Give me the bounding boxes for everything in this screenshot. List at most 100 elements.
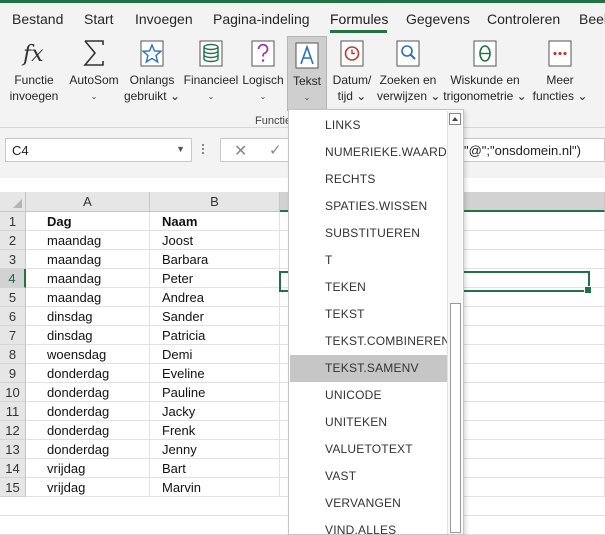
name-box[interactable]: C4 ▼ bbox=[5, 138, 192, 162]
row-header[interactable]: 9 bbox=[0, 364, 26, 383]
cell-b[interactable]: Frenk bbox=[150, 421, 280, 440]
star-icon bbox=[140, 40, 164, 67]
clock-icon bbox=[340, 40, 364, 67]
cell-a[interactable]: donderdag bbox=[26, 383, 150, 402]
tab-formules[interactable]: Formules bbox=[330, 11, 388, 27]
cell-a[interactable]: donderdag bbox=[26, 440, 150, 459]
text-functions-button[interactable]: Tekst ⌄ bbox=[287, 36, 327, 111]
function-item[interactable]: VIND.ALLES bbox=[290, 517, 447, 534]
row-header[interactable]: 15 bbox=[0, 478, 26, 497]
function-item[interactable]: VAST bbox=[290, 463, 447, 490]
tab-controleren[interactable]: Controleren bbox=[487, 11, 560, 27]
function-item[interactable]: NUMERIEKE.WAARDE bbox=[290, 139, 455, 166]
row-header[interactable]: 14 bbox=[0, 459, 26, 478]
cell-b[interactable]: Barbara bbox=[150, 250, 280, 269]
formula-edit-buttons: ✕ ✓ bbox=[220, 138, 290, 162]
cell-a[interactable]: maandag bbox=[26, 288, 150, 307]
cell-a[interactable]: dinsdag bbox=[26, 307, 150, 326]
row-header[interactable]: 8 bbox=[0, 345, 26, 364]
cell-b[interactable]: Joost bbox=[150, 231, 280, 250]
cell-a[interactable]: donderdag bbox=[26, 402, 150, 421]
cell-a[interactable]: maandag bbox=[26, 269, 150, 288]
row-header[interactable]: 11 bbox=[0, 402, 26, 421]
row-header[interactable]: 2 bbox=[0, 231, 26, 250]
function-item[interactable]: TEKST.SAMENV bbox=[290, 355, 447, 382]
function-item[interactable]: VERVANGEN bbox=[290, 490, 447, 517]
cell-b[interactable]: Marvin bbox=[150, 478, 280, 497]
function-item[interactable]: T bbox=[290, 247, 447, 274]
cell-b[interactable]: Patricia bbox=[150, 326, 280, 345]
row-header[interactable]: 3 bbox=[0, 250, 26, 269]
text-functions-dropdown: LINKS NUMERIEKE.WAARDE RECHTS SPATIES.WISSE… bbox=[288, 109, 464, 535]
fx-icon: fx bbox=[21, 42, 44, 67]
row-header[interactable]: 7 bbox=[0, 326, 26, 345]
svg-text:fx: fx bbox=[21, 42, 44, 67]
autosum-button[interactable]: AutoSom ⌄ bbox=[66, 33, 122, 113]
financial-button[interactable]: Financieel ⌄ bbox=[183, 33, 239, 113]
coins-icon bbox=[199, 40, 223, 67]
cell-b[interactable]: Pauline bbox=[150, 383, 280, 402]
cell-b[interactable]: Jacky bbox=[150, 402, 280, 421]
row-header[interactable]: 6 bbox=[0, 307, 26, 326]
function-item[interactable]: VALUETOTEXT bbox=[290, 436, 447, 463]
ribbon-tabs: Bestand Start Invoegen Pagina-indeling F… bbox=[0, 3, 605, 33]
function-item[interactable]: SUBSTITUEREN bbox=[290, 220, 447, 247]
text-a-icon bbox=[295, 42, 319, 69]
row-header[interactable]: 5 bbox=[0, 288, 26, 307]
more-functions-button[interactable]: Meer functies ⌄ bbox=[532, 33, 588, 113]
function-item[interactable]: TEKST bbox=[290, 301, 447, 328]
cell-b[interactable]: Eveline bbox=[150, 364, 280, 383]
tab-gegevens[interactable]: Gegevens bbox=[406, 11, 470, 27]
cell-b[interactable]: Jenny bbox=[150, 440, 280, 459]
tab-start[interactable]: Start bbox=[84, 11, 114, 27]
function-item[interactable]: SPATIES.WISSEN bbox=[290, 193, 447, 220]
recently-used-button[interactable]: Onlangs gebruikt ⌄ bbox=[122, 33, 182, 113]
tab-beeld[interactable]: Beel bbox=[579, 11, 605, 27]
function-item[interactable]: UNICODE bbox=[290, 382, 447, 409]
tab-invoegen[interactable]: Invoegen bbox=[135, 11, 193, 27]
tab-pagina-indeling[interactable]: Pagina-indeling bbox=[213, 11, 310, 27]
dropdown-scrollbar[interactable] bbox=[447, 111, 462, 534]
cell-b[interactable]: Demi bbox=[150, 345, 280, 364]
scrollbar-thumb[interactable] bbox=[450, 303, 461, 533]
cell-b[interactable]: Naam bbox=[150, 212, 280, 231]
cancel-icon[interactable]: ✕ bbox=[234, 141, 247, 161]
row-header[interactable]: 13 bbox=[0, 440, 26, 459]
cell-a[interactable]: donderdag bbox=[26, 421, 150, 440]
function-item[interactable]: TEKST.COMBINEREN bbox=[290, 328, 450, 355]
cell-a[interactable]: vrijdag bbox=[26, 459, 150, 478]
cell-a[interactable]: dinsdag bbox=[26, 326, 150, 345]
row-header[interactable]: 12 bbox=[0, 421, 26, 440]
enter-icon[interactable]: ✓ bbox=[269, 141, 282, 159]
cell-a[interactable]: Dag bbox=[26, 212, 150, 231]
column-header-b[interactable]: B bbox=[150, 192, 280, 212]
column-header-a[interactable]: A bbox=[26, 192, 150, 212]
math-trig-button[interactable]: Wiskunde en trigonometrie ⌄ bbox=[442, 33, 528, 113]
scroll-up-arrow-icon[interactable] bbox=[449, 113, 461, 125]
function-item[interactable]: RECHTS bbox=[290, 166, 447, 193]
formula-bar-resize-handle[interactable] bbox=[202, 142, 206, 158]
cell-a[interactable]: donderdag bbox=[26, 364, 150, 383]
cell-b[interactable]: Andrea bbox=[150, 288, 280, 307]
cell-b[interactable]: Peter bbox=[150, 269, 280, 288]
cell-a[interactable]: maandag bbox=[26, 250, 150, 269]
cell-b[interactable]: Bart bbox=[150, 459, 280, 478]
insert-function-button[interactable]: fx Functie invoegen bbox=[6, 33, 62, 113]
row-header[interactable]: 4 bbox=[0, 269, 26, 288]
select-all-button[interactable] bbox=[0, 192, 26, 212]
cell-a[interactable]: maandag bbox=[26, 231, 150, 250]
lookup-reference-button[interactable]: Zoeken en verwijzen ⌄ bbox=[377, 33, 440, 113]
cell-a[interactable]: vrijdag bbox=[26, 478, 150, 497]
tab-bestand[interactable]: Bestand bbox=[12, 11, 63, 27]
function-item[interactable]: TEKEN bbox=[290, 274, 447, 301]
chevron-down-icon: ▼ bbox=[176, 144, 185, 154]
cell-a[interactable]: woensdag bbox=[26, 345, 150, 364]
magnifier-icon bbox=[396, 40, 420, 67]
function-item[interactable]: UNITEKEN bbox=[290, 409, 447, 436]
function-item[interactable]: LINKS bbox=[290, 112, 447, 139]
row-header[interactable]: 1 bbox=[0, 212, 26, 231]
date-time-button[interactable]: Datum/ tijd ⌄ bbox=[329, 33, 375, 113]
logical-button[interactable]: Logisch ⌄ bbox=[240, 33, 286, 113]
row-header[interactable]: 10 bbox=[0, 383, 26, 402]
cell-b[interactable]: Sander bbox=[150, 307, 280, 326]
